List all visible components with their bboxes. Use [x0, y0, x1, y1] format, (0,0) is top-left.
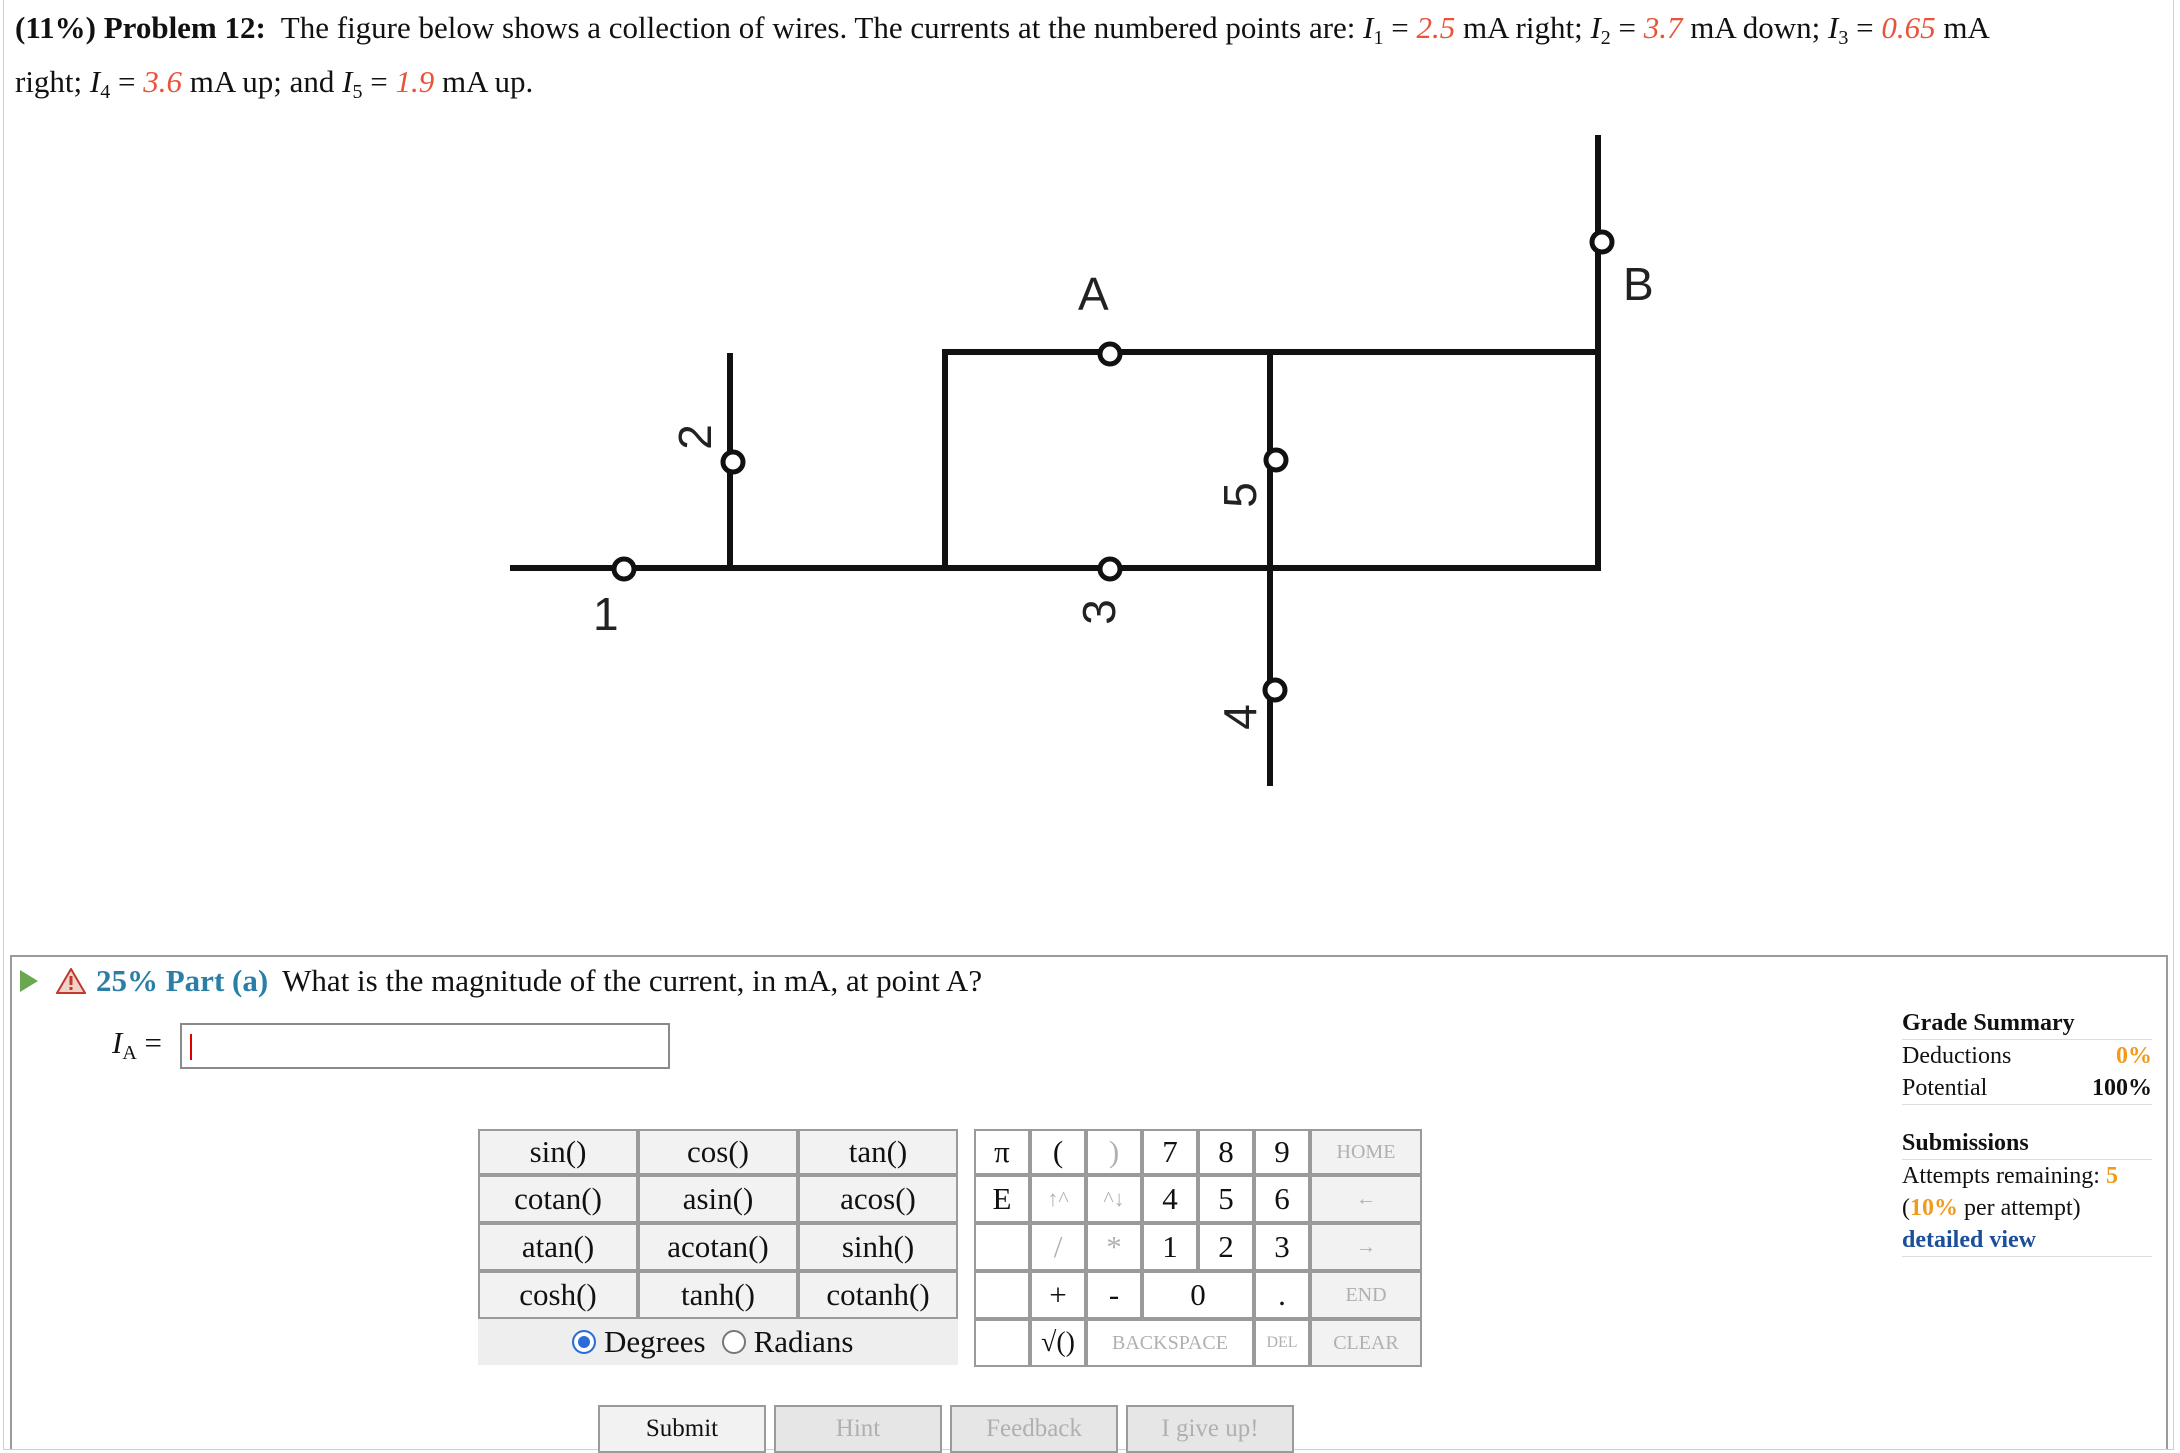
- blank-key-1: [974, 1223, 1030, 1271]
- power-up-button[interactable]: ↑^: [1030, 1175, 1086, 1223]
- digit-5-button[interactable]: 5: [1198, 1175, 1254, 1223]
- current-2: I2 = 3.7 mA down;: [1590, 10, 1821, 49]
- divide-button[interactable]: /: [1030, 1223, 1086, 1271]
- delete-button[interactable]: DEL: [1254, 1319, 1310, 1367]
- digit-3-button[interactable]: 3: [1254, 1223, 1310, 1271]
- text-cursor: [190, 1034, 192, 1060]
- label-1: 1: [593, 588, 619, 640]
- fn-cotanh-button[interactable]: cotanh(): [798, 1271, 958, 1319]
- part-a-panel: 25% Part (a) What is the magnitude of th…: [10, 955, 2168, 1453]
- fn-cotan-button[interactable]: cotan(): [478, 1175, 638, 1223]
- cursor-left-button[interactable]: ←: [1310, 1175, 1422, 1223]
- problem-statement: (11%) Problem 12: The figure below shows…: [15, 6, 2155, 114]
- detailed-view-link[interactable]: detailed view: [1902, 1224, 2152, 1257]
- problem-line-1: (11%) Problem 12: The figure below shows…: [15, 6, 2155, 60]
- end-button[interactable]: END: [1310, 1271, 1422, 1319]
- attempts-value: 5: [2105, 1163, 2118, 1189]
- point-a-marker: [1097, 341, 1123, 367]
- problem-title: Problem 12:: [103, 10, 266, 45]
- current-1: I1 = 2.5 mA right;: [1363, 10, 1583, 49]
- answer-input[interactable]: [180, 1023, 670, 1069]
- digit-6-button[interactable]: 6: [1254, 1175, 1310, 1223]
- expand-arrow-icon[interactable]: [20, 970, 38, 992]
- fn-sin-button[interactable]: sin(): [478, 1129, 638, 1175]
- minus-button[interactable]: -: [1086, 1271, 1142, 1319]
- digit-2-button[interactable]: 2: [1198, 1223, 1254, 1271]
- give-up-button[interactable]: I give up!: [1126, 1405, 1294, 1453]
- part-percent: 25% Part (a): [96, 963, 269, 998]
- fn-tan-button[interactable]: tan(): [798, 1129, 958, 1175]
- digit-9-button[interactable]: 9: [1254, 1129, 1310, 1175]
- attempts-remaining: Attempts remaining: 5: [1902, 1163, 2118, 1189]
- fn-asin-button[interactable]: asin(): [638, 1175, 798, 1223]
- backspace-button[interactable]: BACKSPACE: [1086, 1319, 1254, 1367]
- fn-cos-button[interactable]: cos(): [638, 1129, 798, 1175]
- radians-radio[interactable]: [721, 1330, 746, 1354]
- angle-mode: Degrees Radians: [478, 1319, 958, 1365]
- blank-key-3: [974, 1319, 1030, 1367]
- home-button[interactable]: HOME: [1310, 1129, 1422, 1175]
- wire-diagram: 1 A B 2 3 4 5: [510, 135, 1654, 786]
- fn-cosh-button[interactable]: cosh(): [478, 1271, 638, 1319]
- label-3: 3: [1073, 599, 1125, 625]
- fn-atan-button[interactable]: atan(): [478, 1223, 638, 1271]
- label-a: A: [1078, 268, 1109, 320]
- submit-button[interactable]: Submit: [598, 1405, 766, 1453]
- deductions-value: 0%: [2116, 1043, 2152, 1069]
- label-2: 2: [669, 424, 721, 450]
- pi-button[interactable]: π: [974, 1129, 1030, 1175]
- current-4: I4 = 3.6 mA up; and: [89, 64, 335, 103]
- per-attempt: (10% per attempt): [1902, 1195, 2081, 1221]
- power-down-button[interactable]: ^↓: [1086, 1175, 1142, 1223]
- current-5: I5 = 1.9 mA up.: [342, 64, 534, 103]
- multiply-button[interactable]: *: [1086, 1223, 1142, 1271]
- blank-key-2: [974, 1271, 1030, 1319]
- fn-acotan-button[interactable]: acotan(): [638, 1223, 798, 1271]
- potential-value: 100%: [2092, 1075, 2152, 1101]
- fn-acos-button[interactable]: acos(): [798, 1175, 958, 1223]
- grade-summary-title: Grade Summary: [1902, 1007, 2152, 1040]
- clear-button[interactable]: CLEAR: [1310, 1319, 1422, 1367]
- grade-summary: Grade Summary Deductions 0% Potential 10…: [1902, 1007, 2152, 1257]
- deductions-row: Deductions 0%: [1902, 1040, 2152, 1072]
- decimal-button[interactable]: .: [1254, 1271, 1310, 1319]
- digit-7-button[interactable]: 7: [1142, 1129, 1198, 1175]
- potential-row: Potential 100%: [1902, 1072, 2152, 1105]
- point-3-marker: [1097, 556, 1123, 582]
- point-5-marker: [1263, 447, 1289, 473]
- digit-0-button[interactable]: 0: [1142, 1271, 1254, 1319]
- close-paren-button[interactable]: ): [1086, 1129, 1142, 1175]
- e-button[interactable]: E: [974, 1175, 1030, 1223]
- degrees-label: Degrees: [604, 1324, 706, 1359]
- submissions-title: Submissions: [1902, 1127, 2152, 1160]
- digit-4-button[interactable]: 4: [1142, 1175, 1198, 1223]
- cursor-right-button[interactable]: →: [1310, 1223, 1422, 1271]
- problem-intro: The figure below shows a collection of w…: [280, 10, 1356, 45]
- digit-8-button[interactable]: 8: [1198, 1129, 1254, 1175]
- answer-label: IA =: [112, 1025, 163, 1064]
- label-5: 5: [1214, 482, 1266, 508]
- sqrt-button[interactable]: √(): [1030, 1319, 1086, 1367]
- radians-label: Radians: [753, 1324, 854, 1359]
- warning-icon: [56, 968, 86, 994]
- label-b: B: [1623, 258, 1654, 310]
- open-paren-button[interactable]: (: [1030, 1129, 1086, 1175]
- current-3: I3 = 0.65 mA: [1828, 10, 1990, 49]
- degrees-radio[interactable]: [572, 1330, 596, 1354]
- circuit-figure: 1 A B 2 3 4 5: [3, 100, 2174, 940]
- point-2-marker: [720, 449, 746, 475]
- feedback-button[interactable]: Feedback: [950, 1405, 1118, 1453]
- fn-sinh-button[interactable]: sinh(): [798, 1223, 958, 1271]
- point-b-marker: [1589, 229, 1615, 255]
- plus-button[interactable]: +: [1030, 1271, 1086, 1319]
- fn-tanh-button[interactable]: tanh(): [638, 1271, 798, 1319]
- part-question: What is the magnitude of the current, in…: [282, 963, 983, 998]
- label-4: 4: [1214, 704, 1266, 730]
- part-a-header: 25% Part (a) What is the magnitude of th…: [20, 957, 982, 1005]
- digit-1-button[interactable]: 1: [1142, 1223, 1198, 1271]
- point-4-marker: [1262, 677, 1288, 703]
- point-1-marker: [611, 556, 637, 582]
- problem-percent: (11%): [15, 10, 96, 45]
- hint-button[interactable]: Hint: [774, 1405, 942, 1453]
